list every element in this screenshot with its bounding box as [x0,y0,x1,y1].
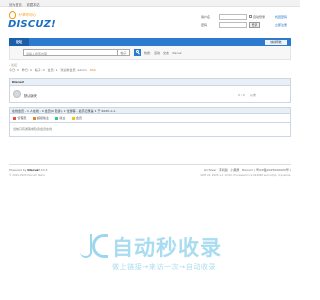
legend-label: 超级版主 [37,116,50,120]
admin-icon [13,116,16,120]
version: X3.5 [40,167,48,172]
nav-item-forum[interactable]: 论坛 [9,38,29,46]
legend-label: 管理员 [17,116,27,120]
powered-by: Powered by Discuz! X3.5 [9,167,48,172]
logo-slogan: 分享你的心 [18,13,36,17]
hot-item[interactable]: discuz [172,51,181,55]
username-row: 用户名 自动登录 找回密码 [201,14,291,20]
processed-info: GMT+8, 2025-1-1 12:00, Processed in 0.02… [200,173,291,177]
members-count: 会员: 1 [47,68,58,72]
legend-label: 版主 [59,116,66,120]
forum-category: Discuz! 默认版块 0 / 0 从未 [9,78,291,103]
auto-login-checkbox[interactable] [249,15,252,19]
forum-name[interactable]: 默认版块 [24,93,37,98]
moderator-icon [55,116,59,120]
login-form: 用户名 自动登录 找回密码 密码 登录 立即注册 [201,14,291,36]
footer: Powered by Discuz! X3.5 © 2001-2025 Disc… [9,164,291,180]
watermark: 自动秒收录 做上链接→来访一次→自动收录 [0,226,300,276]
watermark-subtitle: 做上链接→来访一次→自动收录 [112,263,217,271]
rss-link[interactable]: RSS [90,68,96,72]
footer-links: Archiver 手机版 小黑屋 Discuz! ( 粤ICP备20250000… [204,168,291,172]
posts-count: 帖子: 0 [34,68,45,72]
search-placeholder: 请输入搜索内容 [26,51,48,56]
forum-summary: 今日: 0 昨日: 0 帖子: 0 会员: 1 欢迎新会员: admin RSS [9,68,96,72]
powered-brand[interactable]: Discuz! [27,168,39,172]
username-input[interactable] [219,14,247,20]
search-button[interactable] [134,49,141,56]
legend-label: 会员 [76,116,83,120]
forum-lastpost: 从未 [250,92,257,97]
find-password-link[interactable]: 找回密码 [275,15,287,19]
hot-item[interactable]: 活动 [154,51,160,55]
search-type-select[interactable]: 帖子 [118,49,130,56]
legend-item: 版主 [55,116,66,120]
archiver-link[interactable]: Archiver [204,168,216,172]
watermark-logo-icon [80,234,110,258]
lightbulb-icon [9,11,16,19]
username-label: 用户名 [201,15,211,19]
copyright: © 2001-2025 Discuz! Team. [9,173,46,177]
today-count: 今日: 0 [9,68,19,72]
online-list: 当前只有游客或隐身会员在线 [9,123,291,137]
category-title[interactable]: Discuz! [10,79,290,86]
login-button[interactable]: 登录 [249,22,260,28]
site-logo[interactable]: 分享你的心 DISCUZ! [8,11,56,31]
icp-link[interactable]: Discuz! ( 粤ICP备2025000000号 ) [242,168,291,172]
set-homepage-link[interactable]: 设为首页 [9,2,22,7]
legend-item: 管理员 [13,116,27,120]
bookmark-link[interactable]: 收藏本站 [27,2,40,7]
logo-text: DISCUZ! [8,19,56,30]
newest-member[interactable]: 欢迎新会员: admin [61,68,87,72]
main-nav: 论坛 快捷导航 [9,38,291,46]
watermark-title: 自动秒收录 [112,236,222,260]
quick-nav-button[interactable]: 快捷导航 [265,39,287,45]
hot-label: 热搜: [144,50,152,55]
hot-item[interactable]: 交友 [163,51,169,55]
member-icon [71,116,75,120]
super-moderator-icon [32,116,36,120]
mobile-link[interactable]: 手机版 [219,168,228,172]
online-stats[interactable]: 在线会员 - 1 人在线 - 0 会员(0 隐身), 1 位游客 - 最高记录是… [9,107,291,114]
search-bar: 请输入搜索内容 帖子 热搜: 活动 交友 discuz [9,46,291,60]
auto-login-label: 自动登录 [253,15,266,19]
password-row: 密码 登录 立即注册 [201,22,291,28]
user-group-legend: 管理员 超级版主 版主 会员 [9,114,291,123]
top-bar: 设为首页 收藏本站 [0,0,300,7]
legend-item: 会员 [71,116,83,120]
register-link[interactable]: 立即注册 [275,23,287,27]
breadcrumb[interactable]: › 论坛 [9,63,17,67]
password-label: 密码 [201,23,208,27]
top-links: 设为首页 收藏本站 [9,2,40,7]
yesterday-count: 昨日: 0 [21,68,32,72]
hot-searches: 热搜: 活动 交友 discuz [144,51,181,55]
forum-stats: 0 / 0 [238,92,245,97]
password-input[interactable] [219,22,247,28]
forum-row: 默认版块 0 / 0 从未 [10,86,290,103]
blacklist-link[interactable]: 小黑屋 [230,168,239,172]
search-input[interactable]: 请输入搜索内容 [23,49,118,56]
forum-icon [13,90,21,98]
legend-item: 超级版主 [32,116,50,120]
